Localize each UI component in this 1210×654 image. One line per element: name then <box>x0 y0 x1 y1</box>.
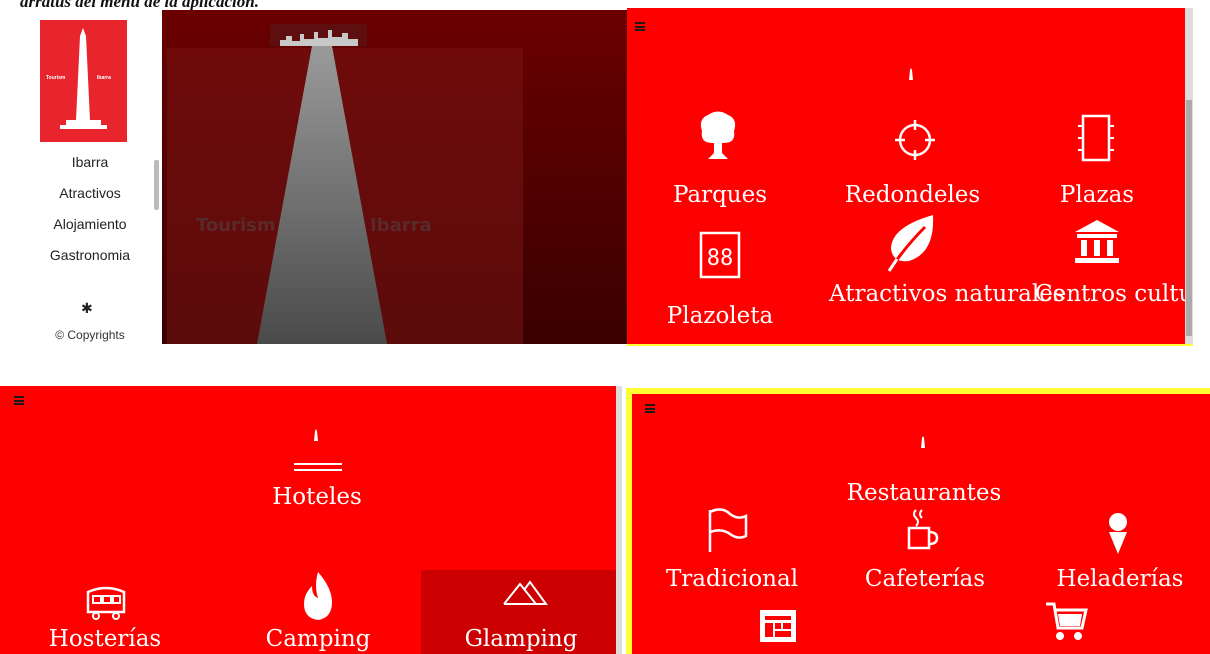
svg-text:88: 88 <box>707 246 734 271</box>
menu-list-icon[interactable] <box>645 404 655 413</box>
logo-text-right: Ibarra <box>97 75 111 81</box>
ice-cream-icon[interactable] <box>1106 512 1130 556</box>
menu-item-cafeterias[interactable]: Cafeterías <box>850 566 1000 594</box>
menu-item-hoteles[interactable]: Hoteles <box>242 484 392 512</box>
cart-icon[interactable] <box>1044 598 1088 644</box>
menu-item-parques[interactable]: Parques <box>670 182 770 210</box>
caravan-icon[interactable] <box>84 584 128 622</box>
obelisk-mini-icon <box>909 68 913 80</box>
menu-item-tradicional[interactable]: Tradicional <box>662 566 802 594</box>
menu-list-icon[interactable] <box>14 396 24 405</box>
tree-icon[interactable] <box>698 111 738 163</box>
coffee-icon[interactable] <box>906 508 940 552</box>
logo-text-left: Tourism <box>46 75 66 81</box>
digital-88-icon[interactable]: 88 <box>698 230 742 280</box>
app-logo: Tourism Ibarra <box>40 20 127 142</box>
obelisk-beam-icon <box>257 46 387 344</box>
menu-item-plazas[interactable]: Plazas <box>1047 182 1147 210</box>
scrollbar[interactable] <box>616 386 622 654</box>
sidebar-panel: Tourism Ibarra Ibarra Atractivos Alojami… <box>18 10 162 344</box>
obelisk-mini-icon <box>921 436 925 448</box>
scrollbar[interactable] <box>1185 8 1193 344</box>
gear-icon[interactable]: ✱ <box>81 300 93 317</box>
sidebar-item-atractivos[interactable]: Atractivos <box>18 185 162 201</box>
skyline-icon <box>270 24 367 46</box>
gastronomia-panel-frame: Restaurantes Tradicional Cafeterías Hela… <box>626 388 1210 654</box>
obelisk-icon <box>60 28 107 129</box>
menu-item-camping[interactable]: Camping <box>248 626 388 654</box>
menu-list-icon[interactable] <box>635 22 645 31</box>
copyright-text: © Copyrights <box>55 328 125 342</box>
atractivos-panel: Parques Redondeles Plazas 88 Plazoleta A… <box>627 8 1193 346</box>
sidebar-item-ibarra[interactable]: Ibarra <box>18 154 162 170</box>
newspaper-icon[interactable] <box>758 604 798 644</box>
menu-item-plazoleta[interactable]: Plazoleta <box>660 303 780 331</box>
fire-icon[interactable] <box>298 570 338 622</box>
sidebar-scrollbar[interactable] <box>154 160 159 210</box>
mountains-icon[interactable] <box>502 578 548 608</box>
chip-icon[interactable] <box>1076 111 1116 165</box>
splash-panel: Tourism Ibarra <box>162 10 627 344</box>
menu-item-hosterias[interactable]: Hosterías <box>40 626 170 654</box>
menu-item-glamping[interactable]: Glamping <box>451 626 591 654</box>
hotel-icon[interactable] <box>292 462 344 472</box>
flag-icon[interactable] <box>706 508 750 554</box>
gastronomia-panel: Restaurantes Tradicional Cafeterías Hela… <box>632 394 1210 654</box>
sidebar-item-alojamiento[interactable]: Alojamiento <box>18 216 162 232</box>
menu-item-centros-culturales[interactable]: Centros culturales <box>1035 281 1193 309</box>
crosshair-icon[interactable] <box>893 118 937 162</box>
menu-item-heladerias[interactable]: Heladerías <box>1050 566 1190 594</box>
museum-icon[interactable] <box>1073 218 1121 266</box>
menu-item-redondeles[interactable]: Redondeles <box>835 182 990 210</box>
alojamiento-panel: Hoteles Hosterías Camping Glamping <box>0 386 622 654</box>
sidebar-item-gastronomia[interactable]: Gastronomia <box>18 247 162 263</box>
splash-word-right: Ibarra <box>370 215 432 236</box>
menu-item-restaurantes[interactable]: Restaurantes <box>824 480 1024 508</box>
obelisk-mini-icon <box>314 429 318 441</box>
menu-item-atractivos-naturales[interactable]: Atractivos naturales <box>829 281 1065 309</box>
splash-word-left: Tourism <box>196 215 276 236</box>
leaf-icon[interactable] <box>887 213 939 273</box>
